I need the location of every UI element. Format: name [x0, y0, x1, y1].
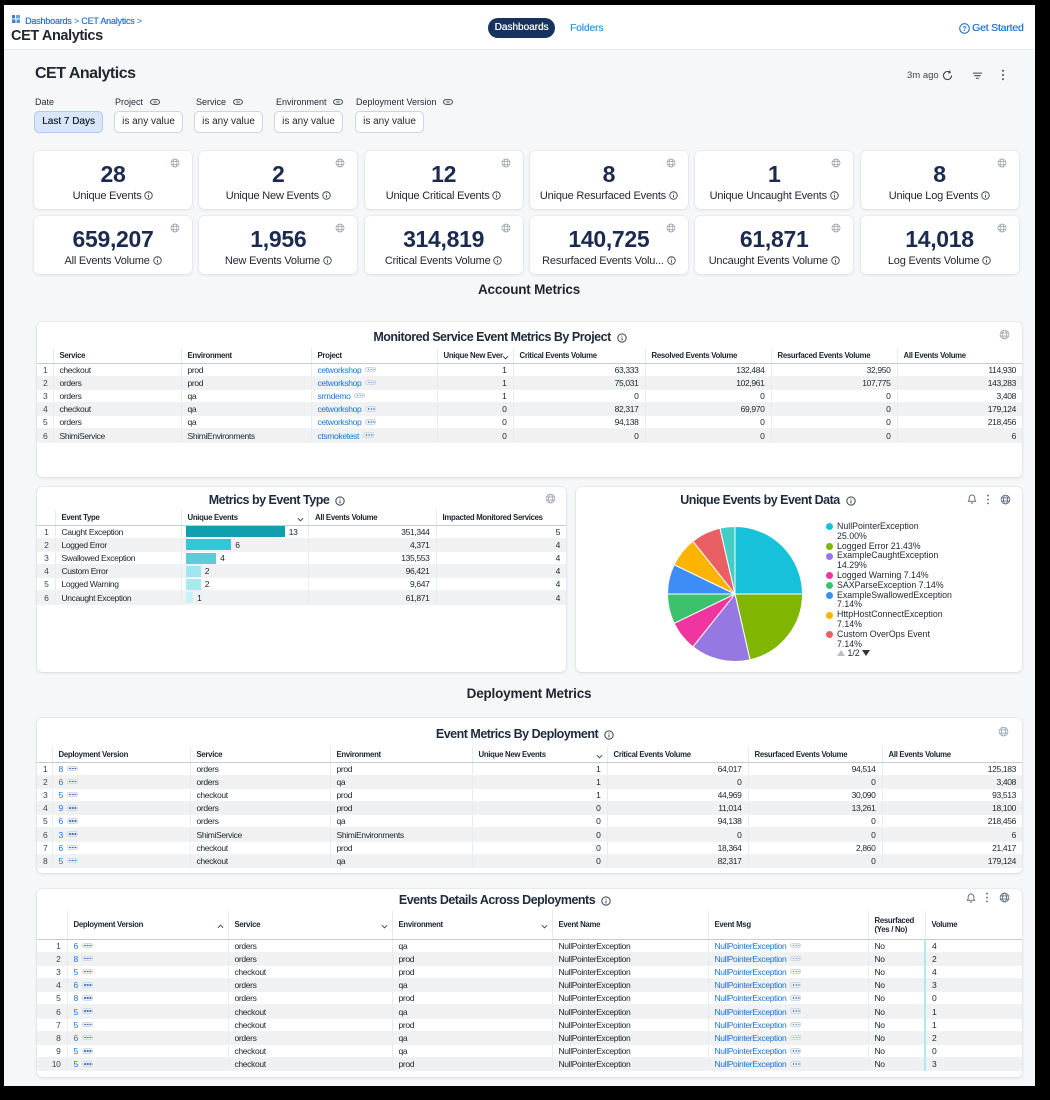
svg-text:?: ? — [962, 26, 966, 33]
